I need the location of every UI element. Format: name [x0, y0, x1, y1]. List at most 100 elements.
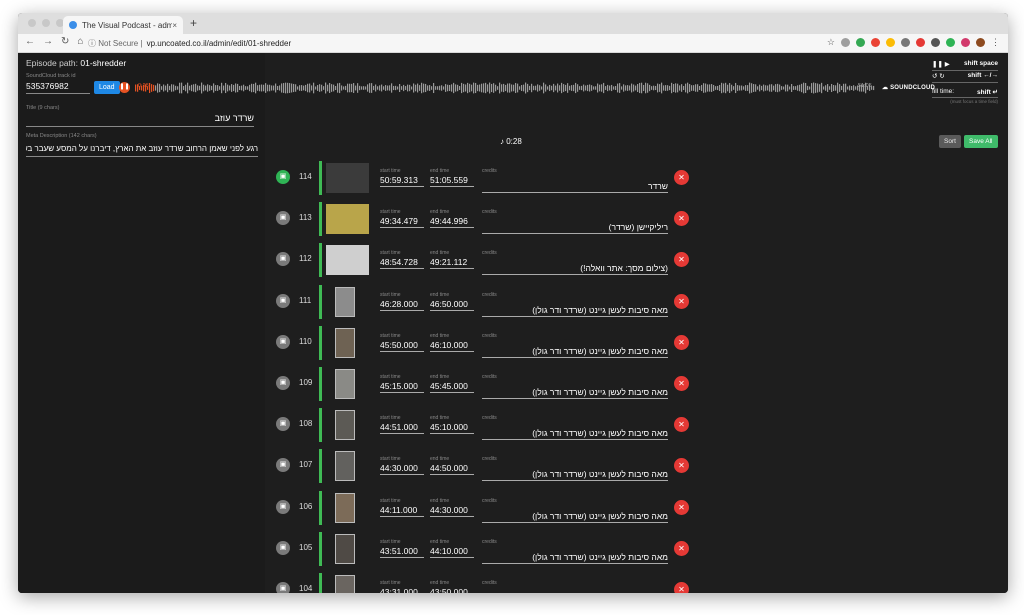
- image-toggle-icon[interactable]: ▣: [276, 540, 290, 555]
- start-time-input[interactable]: 49:34.479: [380, 216, 424, 229]
- extension-icon[interactable]: [871, 38, 880, 47]
- new-tab-button[interactable]: +: [190, 16, 197, 30]
- end-time-input[interactable]: 45:45.000: [430, 381, 474, 393]
- thumbnail[interactable]: [326, 163, 369, 193]
- thumbnail[interactable]: [326, 204, 369, 235]
- extension-icon[interactable]: [931, 38, 940, 47]
- delete-button[interactable]: ✕: [674, 582, 689, 593]
- start-time-input[interactable]: 44:51.000: [380, 422, 424, 435]
- thumbnail[interactable]: [335, 327, 355, 358]
- delete-button[interactable]: ✕: [674, 499, 689, 515]
- thumbnail[interactable]: [335, 369, 355, 399]
- delete-button[interactable]: ✕: [674, 458, 689, 474]
- waveform-bar: [785, 84, 787, 92]
- reload-icon[interactable]: ↻: [61, 36, 69, 47]
- browser-tab[interactable]: The Visual Podcast - admin ×: [63, 16, 183, 34]
- end-time-input[interactable]: 43:50.000: [430, 587, 474, 593]
- credits-input[interactable]: מאה סיבות לעשן גיינט (שרדר ודר גולן): [482, 346, 668, 358]
- credits-input[interactable]: מאה סיבות לעשן גיינט (שרדר ודר גולן): [482, 387, 668, 399]
- row-number: 111: [299, 295, 312, 305]
- waveform-bar: [595, 86, 597, 90]
- thumbnail[interactable]: [335, 492, 355, 523]
- extension-icon[interactable]: [946, 38, 955, 47]
- thumbnail[interactable]: [335, 410, 355, 441]
- start-time-input[interactable]: 45:15.000: [380, 381, 424, 393]
- start-time-input[interactable]: 48:54.728: [380, 257, 424, 270]
- image-toggle-icon[interactable]: ▣: [276, 170, 290, 184]
- start-time-input[interactable]: 50:59.313: [380, 175, 424, 187]
- end-time-input[interactable]: 45:10.000: [430, 422, 474, 435]
- image-toggle-icon[interactable]: ▣: [276, 376, 290, 390]
- start-time-input[interactable]: 46:28.000: [380, 299, 424, 311]
- extension-icon[interactable]: [916, 38, 925, 47]
- meta-description-input[interactable]: רגע לפני שאמן הרחוב שרדר עוזב את הארץ, ד…: [26, 144, 258, 157]
- home-icon[interactable]: ⌂: [77, 36, 83, 47]
- waveform-bar: [195, 83, 197, 93]
- window-controls[interactable]: [28, 19, 64, 27]
- thumbnail[interactable]: [335, 286, 355, 317]
- start-time-input[interactable]: 43:51.000: [380, 546, 424, 558]
- image-toggle-icon[interactable]: ▣: [276, 334, 290, 349]
- extension-icon[interactable]: [961, 38, 970, 47]
- waveform-bar: [155, 85, 157, 91]
- forward-icon[interactable]: →: [43, 36, 53, 47]
- delete-button[interactable]: ✕: [674, 252, 689, 268]
- load-button[interactable]: Load: [94, 81, 120, 94]
- image-toggle-icon[interactable]: ▣: [276, 499, 290, 514]
- credits-input[interactable]: ריליקיישן (שרדר): [482, 222, 668, 235]
- credits-input[interactable]: שרדר: [482, 181, 668, 193]
- delete-button[interactable]: ✕: [674, 170, 689, 185]
- delete-button[interactable]: ✕: [674, 540, 689, 556]
- title-input[interactable]: שרדר עוזב: [26, 113, 254, 127]
- end-time-input[interactable]: 46:10.000: [430, 340, 474, 352]
- thumbnail[interactable]: [335, 533, 355, 564]
- extension-icon[interactable]: [841, 38, 850, 47]
- end-time-input[interactable]: 49:44.996: [430, 216, 474, 229]
- image-toggle-icon[interactable]: ▣: [276, 458, 290, 473]
- credits-input[interactable]: מאה סיבות לעשן גיינט (שרדר ודר גולן): [482, 469, 668, 482]
- credits-input[interactable]: מאה סיבות לעשן גיינט (שרדר ודר גולן): [482, 511, 668, 523]
- credits-input[interactable]: מאה סיבות לעשן גיינט (שרדר ודר גולן): [482, 305, 668, 317]
- address-bar[interactable]: ⓘ Not Secure | vp.uncoated.co.il/admin/e…: [88, 36, 708, 50]
- extension-icon[interactable]: [886, 38, 895, 47]
- image-toggle-icon[interactable]: ▣: [276, 417, 290, 432]
- delete-button[interactable]: ✕: [674, 293, 689, 309]
- pause-button[interactable]: ❚❚: [119, 82, 130, 93]
- thumbnail[interactable]: [326, 245, 369, 276]
- delete-button[interactable]: ✕: [674, 417, 689, 433]
- end-time-input[interactable]: 49:21.112: [430, 257, 474, 270]
- waveform[interactable]: [135, 82, 875, 94]
- sort-button[interactable]: Sort: [939, 135, 961, 148]
- start-time-input[interactable]: 44:11.000: [380, 505, 424, 517]
- close-tab-icon[interactable]: ×: [172, 21, 177, 30]
- start-time-input[interactable]: 45:50.000: [380, 340, 424, 352]
- delete-button[interactable]: ✕: [674, 334, 689, 350]
- star-icon[interactable]: ☆: [827, 37, 835, 48]
- extension-icon[interactable]: [856, 38, 865, 47]
- credits-input[interactable]: מאה סיבות לעשן גיינט (שרדר ודר גולן): [482, 552, 668, 564]
- credits-input[interactable]: (צילום מסך: אתר וואלה!): [482, 263, 668, 276]
- avatar[interactable]: [976, 38, 985, 47]
- end-time-input[interactable]: 44:30.000: [430, 505, 474, 517]
- image-toggle-icon[interactable]: ▣: [276, 252, 290, 267]
- extension-icon[interactable]: [901, 38, 910, 47]
- image-toggle-icon[interactable]: ▣: [276, 582, 290, 593]
- end-time-input[interactable]: 44:10.000: [430, 546, 474, 558]
- start-time-input[interactable]: 44:30.000: [380, 463, 424, 476]
- end-time-input[interactable]: 44:50.000: [430, 463, 474, 476]
- end-time-input[interactable]: 46:50.000: [430, 299, 474, 311]
- menu-icon[interactable]: ⋮: [991, 37, 1000, 48]
- soundcloud-id-input[interactable]: 535376982: [26, 81, 90, 94]
- image-toggle-icon[interactable]: ▣: [276, 293, 290, 308]
- end-time-input[interactable]: 51:05.559: [430, 175, 474, 187]
- back-icon[interactable]: ←: [25, 36, 35, 47]
- delete-button[interactable]: ✕: [674, 376, 689, 391]
- thumbnail[interactable]: [335, 575, 355, 593]
- save-all-button[interactable]: Save All: [964, 135, 998, 148]
- thumbnail[interactable]: [335, 451, 355, 482]
- waveform-bar: [245, 86, 247, 90]
- credits-input[interactable]: מאה סיבות לעשן גיינט (שרדר ודר גולן): [482, 428, 668, 441]
- delete-button[interactable]: ✕: [674, 211, 689, 227]
- start-time-input[interactable]: 43:31.000: [380, 587, 424, 593]
- image-toggle-icon[interactable]: ▣: [276, 211, 290, 226]
